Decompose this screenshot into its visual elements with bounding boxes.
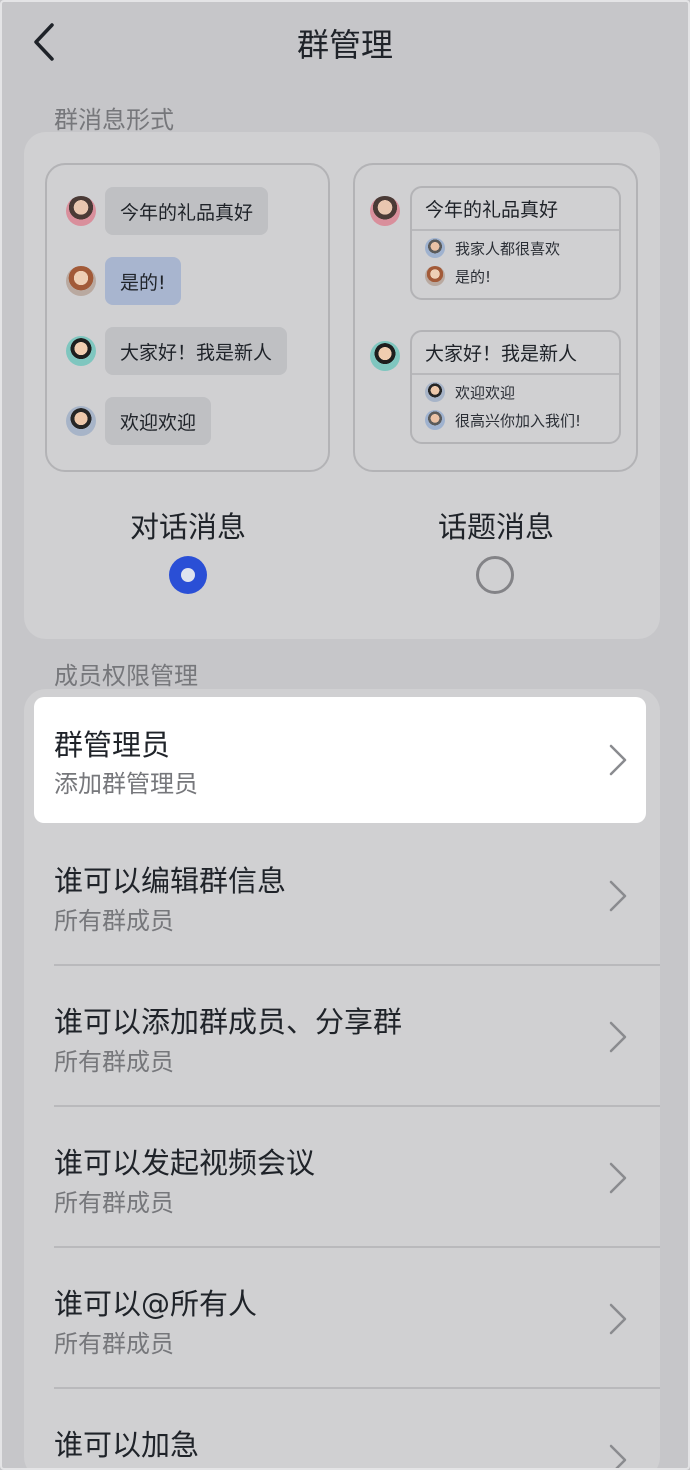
avatar xyxy=(425,382,445,402)
page-title: 群管理 xyxy=(296,26,393,64)
reply-text: 是的! xyxy=(455,267,492,286)
section-label-permissions: 成员权限管理 xyxy=(54,662,198,690)
chat-bubble: 欢迎欢迎 xyxy=(105,397,212,445)
thread-reply: 欢迎欢迎 xyxy=(412,378,619,406)
row-add-members-share[interactable]: 谁可以添加群成员、分享群 所有群成员 xyxy=(24,966,660,1107)
row-subtitle: 所有群成员 xyxy=(54,1330,174,1358)
radio-dialog-selected[interactable] xyxy=(169,556,207,594)
thread-reply: 很高兴你加入我们! xyxy=(412,406,619,434)
chevron-right-icon xyxy=(609,880,627,912)
row-video-meeting[interactable]: 谁可以发起视频会议 所有群成员 xyxy=(24,1107,660,1248)
chat-bubble: 今年的礼品真好 xyxy=(105,187,269,235)
chevron-right-icon xyxy=(609,1303,627,1335)
nav-bar: 群管理 xyxy=(0,0,690,84)
chevron-right-icon xyxy=(609,1444,627,1470)
topic-thread: 今年的礼品真好 我家人都很喜欢 是的! xyxy=(410,186,621,300)
avatar xyxy=(425,238,445,258)
avatar xyxy=(66,266,96,296)
row-title: 谁可以发起视频会议 xyxy=(54,1146,316,1180)
thread-head: 今年的礼品真好 xyxy=(412,188,619,231)
reply-text: 很高兴你加入我们! xyxy=(455,411,582,430)
row-group-admins[interactable]: 群管理员 添加群管理员 xyxy=(34,697,646,823)
row-title: 谁可以@所有人 xyxy=(54,1287,258,1321)
dialog-message-preview[interactable]: 今年的礼品真好 是的! 大家好！我是新人 欢迎欢迎 xyxy=(45,163,330,472)
permissions-list: 群管理员 添加群管理员 谁可以编辑群信息 所有群成员 谁可以添加群成员、分享群 … xyxy=(24,689,660,1470)
avatar xyxy=(425,266,445,286)
section-label-message-style: 群消息形式 xyxy=(54,106,174,134)
radio-topic[interactable] xyxy=(476,556,514,594)
reply-text: 我家人都很喜欢 xyxy=(455,239,561,258)
avatar xyxy=(66,406,96,436)
row-title: 谁可以编辑群信息 xyxy=(54,864,287,898)
row-title: 谁可以添加群成员、分享群 xyxy=(54,1005,403,1039)
row-subtitle: 所有群成员 xyxy=(54,907,174,935)
topic-thread: 大家好！我是新人 欢迎欢迎 很高兴你加入我们! xyxy=(410,330,621,444)
chevron-right-icon xyxy=(609,1021,627,1053)
thread-reply: 是的! xyxy=(412,262,619,290)
avatar xyxy=(370,341,400,371)
avatar xyxy=(66,336,96,366)
avatar xyxy=(66,196,96,226)
row-title: 群管理员 xyxy=(54,728,171,762)
chevron-right-icon xyxy=(609,744,627,776)
avatar xyxy=(425,410,445,430)
option-label-dialog[interactable]: 对话消息 xyxy=(88,504,288,546)
row-subtitle: 所有群成员 xyxy=(54,1189,174,1217)
topic-message-preview[interactable]: 今年的礼品真好 我家人都很喜欢 是的! 大家好！我是新人 欢迎欢迎 很高兴你加入… xyxy=(353,163,638,472)
row-title: 谁可以加急 xyxy=(54,1428,200,1462)
chat-bubble: 是的! xyxy=(105,257,181,305)
option-label-topic[interactable]: 话题消息 xyxy=(396,504,596,546)
row-subtitle: 所有群成员 xyxy=(54,1048,174,1076)
message-style-card: 今年的礼品真好 是的! 大家好！我是新人 欢迎欢迎 今年的礼品真好 我家人都很喜… xyxy=(24,132,660,639)
chat-bubble: 大家好！我是新人 xyxy=(105,327,288,375)
reply-text: 欢迎欢迎 xyxy=(455,383,516,402)
row-edit-group-info[interactable]: 谁可以编辑群信息 所有群成员 xyxy=(24,825,660,966)
chevron-right-icon xyxy=(609,1162,627,1194)
row-urgent[interactable]: 谁可以加急 xyxy=(24,1389,660,1470)
row-mention-all[interactable]: 谁可以@所有人 所有群成员 xyxy=(24,1248,660,1389)
thread-head: 大家好！我是新人 xyxy=(412,332,619,375)
thread-reply: 我家人都很喜欢 xyxy=(412,234,619,262)
row-subtitle: 添加群管理员 xyxy=(54,770,198,798)
avatar xyxy=(370,196,400,226)
